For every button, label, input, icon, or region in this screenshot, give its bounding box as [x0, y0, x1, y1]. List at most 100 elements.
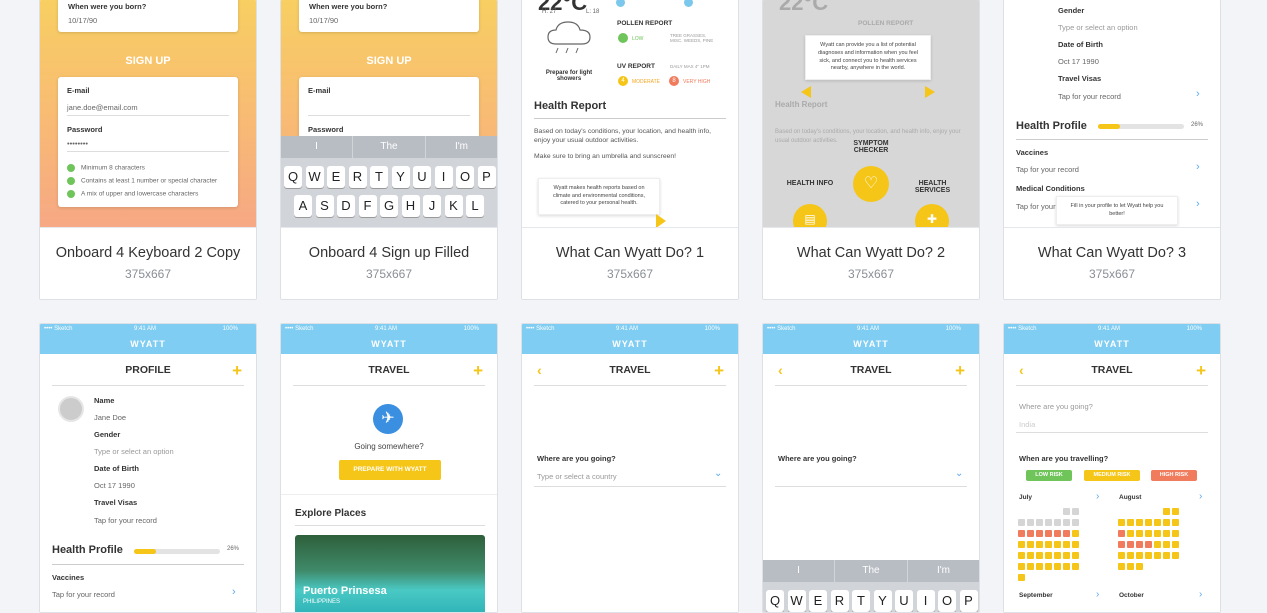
calendar-day[interactable]: [1154, 552, 1161, 559]
suggestion[interactable]: I: [763, 560, 834, 582]
calendar-day[interactable]: [1054, 508, 1061, 515]
calendar-day[interactable]: [1018, 574, 1025, 581]
calendar-day[interactable]: [1018, 563, 1025, 570]
vaccines-value[interactable]: Tap for your record: [52, 590, 115, 599]
calendar-day[interactable]: [1054, 552, 1061, 559]
next-arrow-icon[interactable]: [656, 214, 666, 227]
key-w[interactable]: W: [787, 590, 806, 612]
calendar-day[interactable]: [1163, 519, 1170, 526]
calendar-day[interactable]: [1063, 552, 1070, 559]
avatar[interactable]: [58, 396, 84, 422]
calendar-day[interactable]: [1072, 552, 1079, 559]
calendar-day[interactable]: [1045, 552, 1052, 559]
chevron-right-icon[interactable]: ›: [1096, 491, 1099, 502]
card-travel-where[interactable]: •••• Sketch 9:41 AM 100% WYATT ‹ TRAVEL + Wh…: [521, 323, 739, 613]
key-l[interactable]: L: [466, 195, 484, 217]
calendar-day[interactable]: [1172, 530, 1179, 537]
key-i[interactable]: I: [434, 166, 453, 188]
calendar-day[interactable]: [1145, 552, 1152, 559]
calendar-day[interactable]: [1145, 508, 1152, 515]
calendar-day[interactable]: [1127, 541, 1134, 548]
prev-arrow-icon[interactable]: [801, 86, 811, 98]
chevron-right-icon[interactable]: ›: [1199, 589, 1202, 600]
chevron-down-icon[interactable]: ⌄: [955, 468, 963, 479]
card-what-can-wyatt-do-3[interactable]: Gender Type or select an option Date of …: [1003, 0, 1221, 300]
calendar-day[interactable]: [1154, 541, 1161, 548]
vaccines-value[interactable]: Tap for your record: [1016, 165, 1079, 174]
calendar-day[interactable]: [1027, 552, 1034, 559]
calendar-day[interactable]: [1136, 519, 1143, 526]
key-j[interactable]: J: [423, 195, 441, 217]
calendar-day[interactable]: [1063, 508, 1070, 515]
key-q[interactable]: Q: [284, 166, 302, 188]
chevron-right-icon[interactable]: ›: [1196, 161, 1200, 173]
calendar-day[interactable]: [1018, 541, 1025, 548]
calendar-day[interactable]: [1127, 563, 1134, 570]
suggestion[interactable]: The: [835, 560, 907, 582]
key-d[interactable]: D: [337, 195, 355, 217]
country-input[interactable]: Type or select a country: [537, 472, 617, 481]
key-e[interactable]: E: [809, 590, 827, 612]
key-e[interactable]: E: [327, 166, 345, 188]
next-arrow-icon[interactable]: [925, 86, 935, 98]
calendar-day[interactable]: [1063, 541, 1070, 548]
medical-value[interactable]: Tap for your: [1016, 202, 1056, 211]
calendar-day[interactable]: [1136, 541, 1143, 548]
calendar-day[interactable]: [1118, 530, 1125, 537]
key-i[interactable]: I: [916, 590, 935, 612]
chevron-right-icon[interactable]: ›: [1199, 491, 1202, 502]
key-p[interactable]: P: [477, 166, 496, 188]
key-k[interactable]: K: [444, 195, 463, 217]
calendar-day[interactable]: [1172, 508, 1179, 515]
key-t[interactable]: T: [852, 590, 870, 612]
calendar-day[interactable]: [1127, 519, 1134, 526]
calendar-day[interactable]: [1145, 563, 1152, 570]
key-y[interactable]: Y: [391, 166, 410, 188]
calendar-day[interactable]: [1127, 530, 1134, 537]
suggestion[interactable]: I: [281, 136, 352, 158]
calendar-day[interactable]: [1054, 541, 1061, 548]
calendar-day[interactable]: [1072, 508, 1079, 515]
calendar-day[interactable]: [1127, 552, 1134, 559]
key-y[interactable]: Y: [873, 590, 892, 612]
calendar-day[interactable]: [1172, 552, 1179, 559]
calendar-day[interactable]: [1054, 519, 1061, 526]
plus-icon[interactable]: +: [232, 361, 242, 381]
key-u[interactable]: U: [895, 590, 913, 612]
calendar-day[interactable]: [1036, 519, 1043, 526]
key-o[interactable]: O: [938, 590, 956, 612]
calendar-day[interactable]: [1163, 552, 1170, 559]
plus-icon[interactable]: +: [473, 361, 483, 381]
calendar-day[interactable]: [1063, 574, 1070, 581]
chevron-right-icon[interactable]: ›: [1096, 589, 1099, 600]
calendar-day[interactable]: [1018, 519, 1025, 526]
key-r[interactable]: R: [348, 166, 367, 188]
back-icon[interactable]: ‹: [1019, 362, 1024, 378]
calendar-day[interactable]: [1172, 519, 1179, 526]
calendar-day[interactable]: [1136, 552, 1143, 559]
place-image[interactable]: Puerto Prinsesa PHILIPPINES: [295, 535, 485, 612]
calendar-day[interactable]: [1054, 574, 1061, 581]
calendar-day[interactable]: [1172, 541, 1179, 548]
calendar-day[interactable]: [1027, 530, 1034, 537]
chevron-down-icon[interactable]: ⌄: [714, 468, 722, 479]
calendar-day[interactable]: [1118, 519, 1125, 526]
calendar-day[interactable]: [1036, 530, 1043, 537]
calendar-day[interactable]: [1072, 530, 1079, 537]
calendar-day[interactable]: [1063, 530, 1070, 537]
prepare-with-wyatt-button[interactable]: PREPARE WITH WYATT: [339, 460, 441, 480]
suggestion[interactable]: I'm: [426, 136, 497, 158]
calendar-day[interactable]: [1027, 519, 1034, 526]
calendar-day[interactable]: [1172, 563, 1179, 570]
suggestion[interactable]: The: [353, 136, 425, 158]
plus-icon[interactable]: +: [714, 361, 724, 381]
card-travel-home[interactable]: •••• Sketch 9:41 AM 100% WYATT TRAVEL + ✈ G…: [280, 323, 498, 613]
calendar-day[interactable]: [1072, 563, 1079, 570]
calendar-day[interactable]: [1063, 519, 1070, 526]
calendar-day[interactable]: [1045, 530, 1052, 537]
calendar-day[interactable]: [1045, 563, 1052, 570]
calendar-day[interactable]: [1118, 563, 1125, 570]
calendar-day[interactable]: [1045, 508, 1052, 515]
info-icon[interactable]: ▤: [793, 204, 827, 227]
card-what-can-wyatt-do-2[interactable]: 22°C POLLEN REPORT Health Report Based o…: [762, 0, 980, 300]
